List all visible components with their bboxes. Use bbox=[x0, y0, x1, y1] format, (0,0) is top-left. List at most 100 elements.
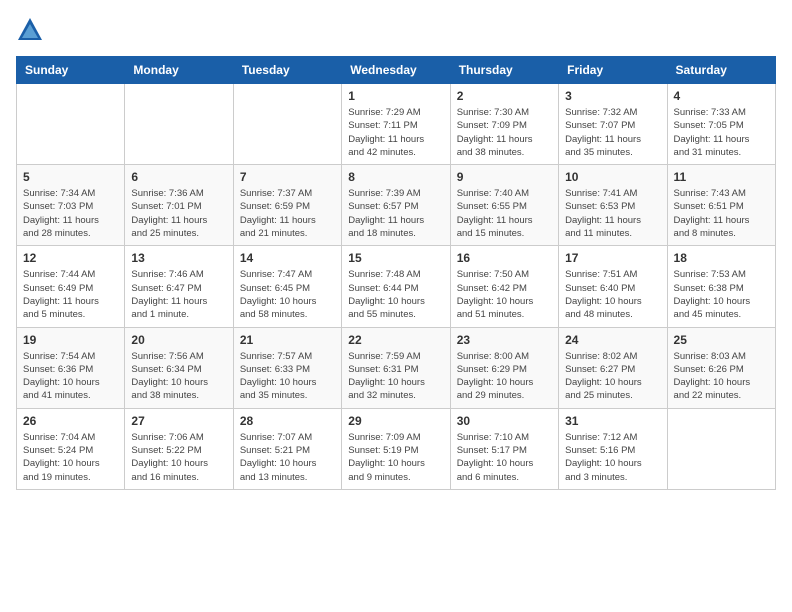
logo-icon bbox=[16, 16, 44, 44]
day-number: 17 bbox=[565, 251, 660, 265]
day-number: 15 bbox=[348, 251, 443, 265]
calendar-cell: 5 Sunrise: 7:34 AM Sunset: 7:03 PM Daylig… bbox=[17, 165, 125, 246]
day-number: 22 bbox=[348, 333, 443, 347]
calendar-cell: 7 Sunrise: 7:37 AM Sunset: 6:59 PM Daylig… bbox=[233, 165, 341, 246]
day-info: Sunrise: 8:02 AM Sunset: 6:27 PM Dayligh… bbox=[565, 350, 660, 403]
day-info: Sunrise: 7:53 AM Sunset: 6:38 PM Dayligh… bbox=[674, 268, 769, 321]
calendar-cell: 30Sunrise: 7:10 AM Sunset: 5:17 PM Dayli… bbox=[450, 408, 558, 489]
calendar-cell: 1 Sunrise: 7:29 AM Sunset: 7:11 PM Daylig… bbox=[342, 84, 450, 165]
day-info: Sunrise: 7:50 AM Sunset: 6:42 PM Dayligh… bbox=[457, 268, 552, 321]
calendar-cell: 29 Sunrise: 7:09 AM Sunset: 5:19 PM Dayli… bbox=[342, 408, 450, 489]
calendar-cell: 18Sunrise: 7:53 AM Sunset: 6:38 PM Dayli… bbox=[667, 246, 775, 327]
calendar-body: 1 Sunrise: 7:29 AM Sunset: 7:11 PM Daylig… bbox=[17, 84, 776, 490]
calendar-cell: 3 Sunrise: 7:32 AM Sunset: 7:07 PM Daylig… bbox=[559, 84, 667, 165]
day-info: Sunrise: 7:54 AM Sunset: 6:36 PM Dayligh… bbox=[23, 350, 118, 403]
calendar-cell: 31Sunrise: 7:12 AM Sunset: 5:16 PM Dayli… bbox=[559, 408, 667, 489]
day-of-week-monday: Monday bbox=[125, 57, 233, 84]
day-info: Sunrise: 7:12 AM Sunset: 5:16 PM Dayligh… bbox=[565, 431, 660, 484]
day-number: 12 bbox=[23, 251, 118, 265]
day-info: Sunrise: 7:39 AM Sunset: 6:57 PM Dayligh… bbox=[348, 187, 443, 240]
day-info: Sunrise: 7:06 AM Sunset: 5:22 PM Dayligh… bbox=[131, 431, 226, 484]
calendar-cell: 14Sunrise: 7:47 AM Sunset: 6:45 PM Dayli… bbox=[233, 246, 341, 327]
calendar-cell: 9 Sunrise: 7:40 AM Sunset: 6:55 PM Daylig… bbox=[450, 165, 558, 246]
day-info: Sunrise: 7:36 AM Sunset: 7:01 PM Dayligh… bbox=[131, 187, 226, 240]
day-info: Sunrise: 7:30 AM Sunset: 7:09 PM Dayligh… bbox=[457, 106, 552, 159]
calendar-cell: 6 Sunrise: 7:36 AM Sunset: 7:01 PM Daylig… bbox=[125, 165, 233, 246]
day-info: Sunrise: 7:29 AM Sunset: 7:11 PM Dayligh… bbox=[348, 106, 443, 159]
calendar-cell: 23 Sunrise: 8:00 AM Sunset: 6:29 PM Dayli… bbox=[450, 327, 558, 408]
calendar-cell: 11 Sunrise: 7:43 AM Sunset: 6:51 PM Dayli… bbox=[667, 165, 775, 246]
day-number: 7 bbox=[240, 170, 335, 184]
calendar-cell bbox=[233, 84, 341, 165]
day-number: 23 bbox=[457, 333, 552, 347]
calendar-cell: 12 Sunrise: 7:44 AM Sunset: 6:49 PM Dayli… bbox=[17, 246, 125, 327]
calendar-cell: 24 Sunrise: 8:02 AM Sunset: 6:27 PM Dayli… bbox=[559, 327, 667, 408]
calendar-cell bbox=[125, 84, 233, 165]
logo bbox=[16, 16, 48, 44]
day-info: Sunrise: 7:34 AM Sunset: 7:03 PM Dayligh… bbox=[23, 187, 118, 240]
day-number: 19 bbox=[23, 333, 118, 347]
calendar-cell: 2Sunrise: 7:30 AM Sunset: 7:09 PM Daylig… bbox=[450, 84, 558, 165]
day-number: 1 bbox=[348, 89, 443, 103]
day-info: Sunrise: 7:04 AM Sunset: 5:24 PM Dayligh… bbox=[23, 431, 118, 484]
day-number: 3 bbox=[565, 89, 660, 103]
day-number: 24 bbox=[565, 333, 660, 347]
day-number: 20 bbox=[131, 333, 226, 347]
day-number: 9 bbox=[457, 170, 552, 184]
day-info: Sunrise: 7:32 AM Sunset: 7:07 PM Dayligh… bbox=[565, 106, 660, 159]
day-of-week-thursday: Thursday bbox=[450, 57, 558, 84]
day-number: 25 bbox=[674, 333, 769, 347]
calendar-header: SundayMondayTuesdayWednesdayThursdayFrid… bbox=[17, 57, 776, 84]
day-info: Sunrise: 7:40 AM Sunset: 6:55 PM Dayligh… bbox=[457, 187, 552, 240]
day-info: Sunrise: 7:37 AM Sunset: 6:59 PM Dayligh… bbox=[240, 187, 335, 240]
calendar-cell bbox=[667, 408, 775, 489]
day-info: Sunrise: 7:59 AM Sunset: 6:31 PM Dayligh… bbox=[348, 350, 443, 403]
day-number: 13 bbox=[131, 251, 226, 265]
day-of-week-wednesday: Wednesday bbox=[342, 57, 450, 84]
day-number: 16 bbox=[457, 251, 552, 265]
day-of-week-tuesday: Tuesday bbox=[233, 57, 341, 84]
day-number: 27 bbox=[131, 414, 226, 428]
calendar-cell bbox=[17, 84, 125, 165]
calendar-cell: 17 Sunrise: 7:51 AM Sunset: 6:40 PM Dayli… bbox=[559, 246, 667, 327]
day-number: 5 bbox=[23, 170, 118, 184]
day-info: Sunrise: 7:43 AM Sunset: 6:51 PM Dayligh… bbox=[674, 187, 769, 240]
day-number: 4 bbox=[674, 89, 769, 103]
calendar-cell: 25Sunrise: 8:03 AM Sunset: 6:26 PM Dayli… bbox=[667, 327, 775, 408]
calendar-cell: 20 Sunrise: 7:56 AM Sunset: 6:34 PM Dayli… bbox=[125, 327, 233, 408]
day-of-week-sunday: Sunday bbox=[17, 57, 125, 84]
day-info: Sunrise: 7:07 AM Sunset: 5:21 PM Dayligh… bbox=[240, 431, 335, 484]
calendar-cell: 4 Sunrise: 7:33 AM Sunset: 7:05 PM Daylig… bbox=[667, 84, 775, 165]
calendar-week-1: 1 Sunrise: 7:29 AM Sunset: 7:11 PM Daylig… bbox=[17, 84, 776, 165]
calendar-cell: 13 Sunrise: 7:46 AM Sunset: 6:47 PM Dayli… bbox=[125, 246, 233, 327]
day-info: Sunrise: 7:44 AM Sunset: 6:49 PM Dayligh… bbox=[23, 268, 118, 321]
day-info: Sunrise: 7:48 AM Sunset: 6:44 PM Dayligh… bbox=[348, 268, 443, 321]
day-number: 6 bbox=[131, 170, 226, 184]
calendar-cell: 10 Sunrise: 7:41 AM Sunset: 6:53 PM Dayli… bbox=[559, 165, 667, 246]
day-number: 26 bbox=[23, 414, 118, 428]
day-info: Sunrise: 7:10 AM Sunset: 5:17 PM Dayligh… bbox=[457, 431, 552, 484]
calendar-table: SundayMondayTuesdayWednesdayThursdayFrid… bbox=[16, 56, 776, 490]
calendar-cell: 26 Sunrise: 7:04 AM Sunset: 5:24 PM Dayli… bbox=[17, 408, 125, 489]
day-number: 10 bbox=[565, 170, 660, 184]
day-info: Sunrise: 7:46 AM Sunset: 6:47 PM Dayligh… bbox=[131, 268, 226, 321]
day-info: Sunrise: 7:41 AM Sunset: 6:53 PM Dayligh… bbox=[565, 187, 660, 240]
day-info: Sunrise: 7:33 AM Sunset: 7:05 PM Dayligh… bbox=[674, 106, 769, 159]
calendar-cell: 21Sunrise: 7:57 AM Sunset: 6:33 PM Dayli… bbox=[233, 327, 341, 408]
calendar-cell: 28 Sunrise: 7:07 AM Sunset: 5:21 PM Dayli… bbox=[233, 408, 341, 489]
calendar-week-2: 5 Sunrise: 7:34 AM Sunset: 7:03 PM Daylig… bbox=[17, 165, 776, 246]
day-number: 29 bbox=[348, 414, 443, 428]
calendar-week-3: 12 Sunrise: 7:44 AM Sunset: 6:49 PM Dayli… bbox=[17, 246, 776, 327]
day-number: 28 bbox=[240, 414, 335, 428]
day-info: Sunrise: 8:00 AM Sunset: 6:29 PM Dayligh… bbox=[457, 350, 552, 403]
day-info: Sunrise: 7:09 AM Sunset: 5:19 PM Dayligh… bbox=[348, 431, 443, 484]
day-of-week-friday: Friday bbox=[559, 57, 667, 84]
day-number: 11 bbox=[674, 170, 769, 184]
calendar-week-4: 19 Sunrise: 7:54 AM Sunset: 6:36 PM Dayli… bbox=[17, 327, 776, 408]
day-info: Sunrise: 7:56 AM Sunset: 6:34 PM Dayligh… bbox=[131, 350, 226, 403]
calendar-cell: 15 Sunrise: 7:48 AM Sunset: 6:44 PM Dayli… bbox=[342, 246, 450, 327]
day-info: Sunrise: 7:51 AM Sunset: 6:40 PM Dayligh… bbox=[565, 268, 660, 321]
day-header-row: SundayMondayTuesdayWednesdayThursdayFrid… bbox=[17, 57, 776, 84]
calendar-cell: 19 Sunrise: 7:54 AM Sunset: 6:36 PM Dayli… bbox=[17, 327, 125, 408]
day-of-week-saturday: Saturday bbox=[667, 57, 775, 84]
